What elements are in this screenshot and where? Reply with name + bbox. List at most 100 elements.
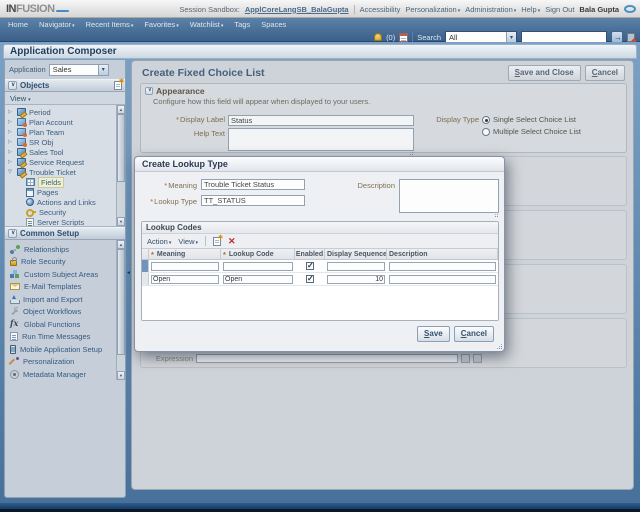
meaning-input[interactable] bbox=[201, 179, 305, 190]
nav-recent-items[interactable]: Recent Items bbox=[86, 20, 134, 29]
common-item-email-templates[interactable]: E-Mail Templates bbox=[5, 281, 125, 294]
scroll-thumb[interactable] bbox=[117, 114, 125, 182]
worklist-calendar-icon[interactable] bbox=[399, 33, 408, 42]
dropdown-arrow-icon[interactable]: ▾ bbox=[506, 32, 516, 42]
dropdown-arrow-icon[interactable]: ▾ bbox=[98, 65, 108, 75]
row-description-input[interactable] bbox=[389, 262, 496, 271]
help-text-textarea[interactable] bbox=[228, 128, 414, 151]
view-menu[interactable]: View bbox=[178, 237, 198, 246]
scroll-up-button[interactable] bbox=[117, 105, 125, 114]
objects-section-header[interactable]: Objects bbox=[5, 79, 125, 92]
tree-item-plan-account[interactable]: Plan Account bbox=[5, 117, 125, 127]
expression-input[interactable] bbox=[196, 354, 458, 363]
accessibility-link[interactable]: Accessibility bbox=[360, 5, 401, 14]
description-textarea[interactable] bbox=[399, 179, 499, 213]
tree-item-security[interactable]: Security bbox=[5, 207, 125, 217]
delete-row-icon[interactable] bbox=[228, 236, 237, 246]
row-display-sequence-input[interactable] bbox=[327, 262, 385, 271]
common-setup-section-header[interactable]: Common Setup bbox=[5, 227, 125, 240]
multiple-select-radio[interactable] bbox=[482, 128, 490, 136]
nav-spaces[interactable]: Spaces bbox=[261, 20, 286, 29]
expand-icon[interactable] bbox=[8, 108, 14, 116]
collapse-icon[interactable] bbox=[8, 81, 17, 90]
lookup-type-input[interactable] bbox=[201, 195, 305, 206]
tree-item-sr-obj[interactable]: SR Obj bbox=[5, 137, 125, 147]
resize-handle[interactable] bbox=[409, 151, 413, 155]
expand-icon[interactable] bbox=[8, 118, 14, 126]
expand-icon[interactable] bbox=[8, 158, 14, 166]
enabled-checkbox[interactable] bbox=[306, 275, 314, 283]
tree-item-actions-and-links[interactable]: Actions and Links bbox=[5, 197, 125, 207]
tree-scrollbar[interactable] bbox=[116, 105, 125, 226]
row-selector[interactable] bbox=[142, 273, 149, 285]
administration-menu[interactable]: Administration bbox=[465, 5, 516, 14]
collapse-icon[interactable] bbox=[8, 168, 14, 176]
save-and-close-button[interactable]: Save and Close bbox=[508, 65, 581, 81]
row-display-sequence-input[interactable] bbox=[327, 275, 385, 284]
action-menu[interactable]: Action bbox=[147, 237, 171, 246]
personalization-menu[interactable]: Personalization bbox=[405, 5, 460, 14]
notifications-bell-icon[interactable] bbox=[374, 33, 382, 41]
new-object-icon[interactable] bbox=[114, 81, 122, 90]
tree-item-service-request[interactable]: Service Request bbox=[5, 157, 125, 167]
common-item-metadata-manager[interactable]: Metadata Manager bbox=[5, 368, 125, 380]
lookup-code-row-open[interactable] bbox=[142, 273, 498, 286]
scroll-down-button[interactable] bbox=[117, 371, 125, 380]
common-item-relationships[interactable]: Relationships bbox=[5, 243, 125, 256]
expand-icon[interactable] bbox=[8, 128, 14, 136]
tree-item-sales-tool[interactable]: Sales Tool bbox=[5, 147, 125, 157]
tree-item-fields[interactable]: Fields bbox=[5, 177, 125, 187]
session-sandbox-link[interactable]: ApplCoreLangSB_BalaGupta bbox=[245, 5, 349, 14]
common-item-run-time-messages[interactable]: Run Time Messages bbox=[5, 331, 125, 344]
advanced-search-icon[interactable] bbox=[627, 33, 635, 42]
tree-item-pages[interactable]: Pages bbox=[5, 187, 125, 197]
dialog-save-button[interactable]: Save bbox=[417, 326, 450, 342]
tree-item-trouble-ticket[interactable]: Trouble Ticket bbox=[5, 167, 125, 177]
common-item-role-security[interactable]: Role Security bbox=[5, 256, 125, 269]
row-meaning-input[interactable] bbox=[151, 262, 219, 271]
expand-icon[interactable] bbox=[8, 148, 14, 156]
row-description-input[interactable] bbox=[389, 275, 496, 284]
expression-builder-icon[interactable] bbox=[473, 354, 482, 363]
application-select[interactable]: Sales▾ bbox=[49, 64, 109, 76]
row-lookup-code-input[interactable] bbox=[223, 262, 293, 271]
tree-item-plan-team[interactable]: Plan Team bbox=[5, 127, 125, 137]
enabled-checkbox[interactable] bbox=[306, 262, 314, 270]
nav-watchlist[interactable]: Watchlist bbox=[190, 20, 224, 29]
sign-out-link[interactable]: Sign Out bbox=[545, 5, 574, 14]
collapse-icon[interactable] bbox=[8, 229, 17, 238]
tree-item-period[interactable]: Period bbox=[5, 107, 125, 117]
objects-view-menu[interactable]: View bbox=[5, 92, 125, 105]
expand-icon[interactable] bbox=[8, 138, 14, 146]
scroll-thumb[interactable] bbox=[117, 249, 125, 355]
common-item-object-workflows[interactable]: Object Workflows bbox=[5, 306, 125, 319]
page-cancel-button[interactable]: Cancel bbox=[585, 65, 625, 81]
row-lookup-code-input[interactable] bbox=[223, 275, 293, 284]
collapse-icon[interactable] bbox=[145, 87, 153, 95]
nav-favorites[interactable]: Favorites bbox=[144, 20, 178, 29]
nav-navigator[interactable]: Navigator bbox=[39, 20, 75, 29]
resize-handle[interactable] bbox=[494, 213, 498, 217]
common-setup-scrollbar[interactable] bbox=[116, 240, 125, 380]
nav-home[interactable]: Home bbox=[8, 20, 28, 29]
common-item-global-functions[interactable]: Global Functions bbox=[5, 318, 125, 331]
row-selector[interactable] bbox=[142, 260, 149, 272]
tree-item-server-scripts[interactable]: Server Scripts bbox=[5, 217, 125, 227]
display-label-input[interactable] bbox=[228, 115, 414, 126]
single-select-radio[interactable] bbox=[482, 116, 490, 124]
common-item-personalization[interactable]: Personalization bbox=[5, 356, 125, 369]
row-meaning-input[interactable] bbox=[151, 275, 219, 284]
common-item-custom-subject-areas[interactable]: Custom Subject Areas bbox=[5, 268, 125, 281]
add-row-icon[interactable] bbox=[213, 237, 221, 246]
scroll-down-button[interactable] bbox=[117, 217, 125, 226]
application-label: Application bbox=[9, 65, 46, 74]
dialog-cancel-button[interactable]: Cancel bbox=[454, 326, 494, 342]
lookup-code-row-new[interactable] bbox=[142, 260, 498, 273]
help-menu[interactable]: Help bbox=[521, 5, 540, 14]
scroll-up-button[interactable] bbox=[117, 240, 125, 249]
common-item-mobile-application-setup[interactable]: Mobile Application Setup bbox=[5, 343, 125, 356]
expression-edit-icon[interactable] bbox=[461, 354, 470, 363]
dialog-resize-handle[interactable] bbox=[497, 344, 502, 349]
nav-tags[interactable]: Tags bbox=[234, 20, 250, 29]
common-item-import-and-export[interactable]: Import and Export bbox=[5, 293, 125, 306]
